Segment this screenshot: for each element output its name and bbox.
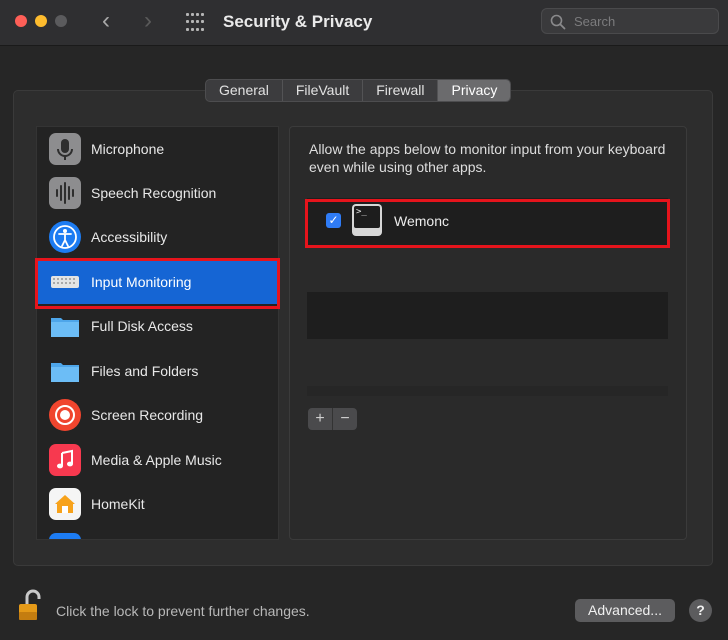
category-label: HomeKit xyxy=(91,496,145,512)
search-field[interactable] xyxy=(541,8,719,34)
app-name: Wemonc xyxy=(394,213,449,229)
home-icon xyxy=(49,488,81,520)
permission-description: Allow the apps below to monitor input fr… xyxy=(309,141,666,175)
category-homekit[interactable]: HomeKit xyxy=(37,482,278,526)
title-bar: ‹ › Security & Privacy xyxy=(0,0,728,46)
search-icon xyxy=(550,14,566,30)
wemonc-checkbox[interactable]: ✓ xyxy=(326,213,341,228)
search-input[interactable] xyxy=(574,12,710,30)
privacy-category-list[interactable]: Microphone Speech Recognition Accessibil… xyxy=(36,126,279,540)
category-screen-recording[interactable]: Screen Recording xyxy=(37,393,278,437)
add-remove-buttons: + − xyxy=(308,408,357,430)
tab-privacy[interactable]: Privacy xyxy=(438,80,511,101)
accessibility-icon xyxy=(49,221,81,253)
window-title: Security & Privacy xyxy=(223,12,373,31)
zoom-window-button[interactable] xyxy=(55,15,67,27)
category-label: Full Disk Access xyxy=(91,318,193,334)
add-app-button[interactable]: + xyxy=(308,408,333,430)
keyboard-icon xyxy=(49,266,81,298)
help-button[interactable]: ? xyxy=(689,599,712,622)
waveform-icon xyxy=(49,177,81,209)
app-list[interactable]: ✓ >_ Wemonc xyxy=(307,198,668,396)
category-label: Speech Recognition xyxy=(91,185,217,201)
category-speech-recognition[interactable]: Speech Recognition xyxy=(37,171,278,215)
category-full-disk-access[interactable]: Full Disk Access xyxy=(37,304,278,348)
category-label: Files and Folders xyxy=(91,363,199,379)
tab-bar: General FileVault Firewall Privacy xyxy=(205,79,512,102)
app-row-empty xyxy=(307,245,668,292)
category-media-apple-music[interactable]: Media & Apple Music xyxy=(37,438,278,482)
category-microphone[interactable]: Microphone xyxy=(37,127,278,171)
category-files-and-folders[interactable]: Files and Folders xyxy=(37,349,278,393)
category-label: Accessibility xyxy=(91,229,168,245)
lock-message: Click the lock to prevent further change… xyxy=(56,603,310,619)
close-window-button[interactable] xyxy=(15,15,27,27)
record-icon xyxy=(49,399,81,431)
category-input-monitoring[interactable]: Input Monitoring xyxy=(37,260,278,304)
folder-icon xyxy=(49,355,81,387)
forward-button[interactable]: › xyxy=(144,8,152,34)
microphone-icon xyxy=(49,133,81,165)
tab-general[interactable]: General xyxy=(206,80,283,101)
tab-firewall[interactable]: Firewall xyxy=(363,80,439,101)
lock-icon[interactable] xyxy=(17,588,45,629)
advanced-button[interactable]: Advanced... xyxy=(575,599,675,622)
category-accessibility[interactable]: Accessibility xyxy=(37,215,278,259)
music-note-icon xyxy=(49,444,81,476)
category-label: Input Monitoring xyxy=(91,274,192,290)
category-label: Screen Recording xyxy=(91,407,204,423)
minimize-window-button[interactable] xyxy=(35,15,47,27)
bluetooth-icon xyxy=(49,533,81,539)
app-row-empty xyxy=(307,339,668,386)
category-label: Media & Apple Music xyxy=(91,452,222,468)
app-row-wemonc[interactable]: ✓ >_ Wemonc xyxy=(307,198,668,245)
terminal-prompt-glyph: >_ xyxy=(354,206,380,228)
folder-icon xyxy=(49,310,81,342)
show-all-grid-icon[interactable] xyxy=(186,13,206,33)
back-button[interactable]: ‹ xyxy=(102,8,110,34)
category-partial-next xyxy=(37,527,278,539)
tab-filevault[interactable]: FileVault xyxy=(283,80,364,101)
category-label: Microphone xyxy=(91,141,165,157)
app-row-empty xyxy=(307,292,668,339)
terminal-icon: >_ xyxy=(352,204,382,236)
remove-app-button[interactable]: − xyxy=(333,408,357,430)
